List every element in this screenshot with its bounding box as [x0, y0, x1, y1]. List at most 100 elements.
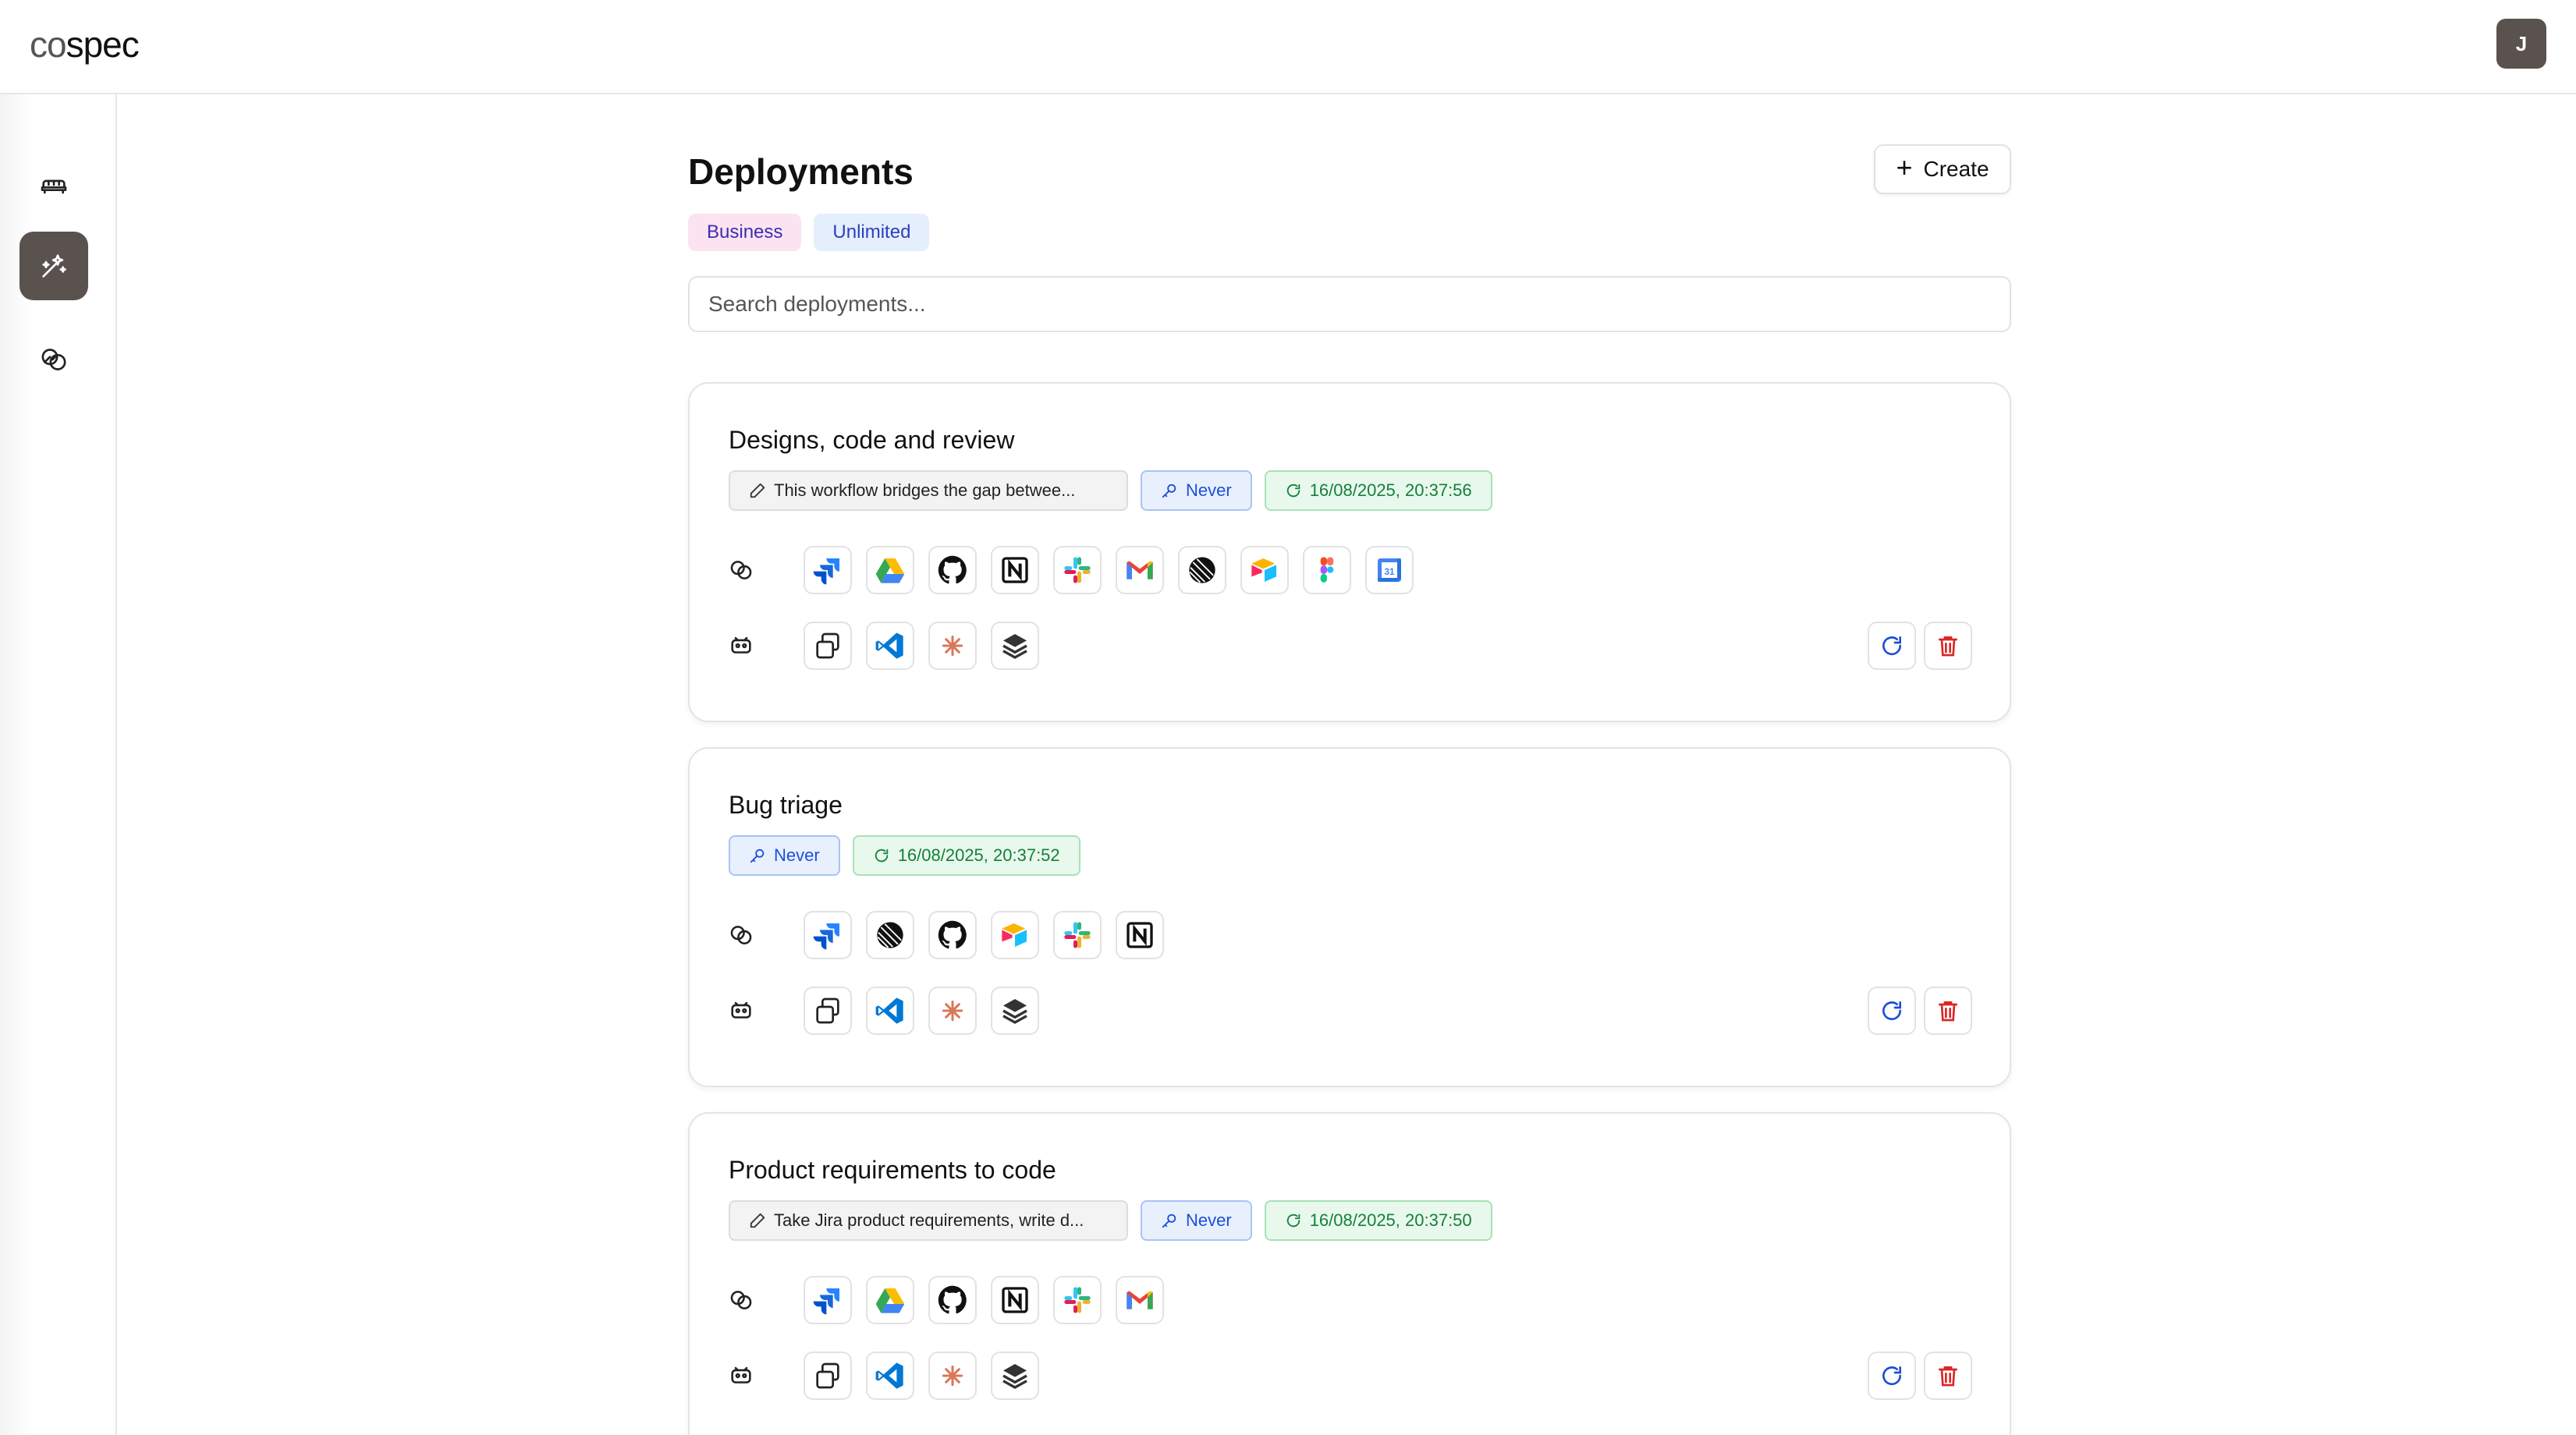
- vscode-agent[interactable]: [866, 1352, 914, 1400]
- copy-agent[interactable]: [804, 1352, 852, 1400]
- user-avatar[interactable]: J: [2496, 19, 2546, 69]
- google-calendar-icon: 31: [1378, 558, 1401, 582]
- slack-app[interactable]: [1053, 546, 1102, 594]
- claude-agent[interactable]: [928, 1352, 977, 1400]
- refresh-icon: [1286, 484, 1300, 498]
- rerun-button[interactable]: [1868, 987, 1916, 1035]
- notion-app[interactable]: [991, 546, 1039, 594]
- key-icon: [1162, 484, 1176, 498]
- schedule-text: Never: [774, 845, 820, 865]
- deployment-card[interactable]: Designs, code and review This workflow b…: [688, 382, 2011, 722]
- card-actions: [1868, 622, 1972, 670]
- refresh-icon: [875, 849, 888, 863]
- claude-agent[interactable]: [928, 622, 977, 670]
- notion-app[interactable]: [1116, 911, 1164, 959]
- integrations-row: 31: [727, 546, 1414, 594]
- slack-app[interactable]: [1053, 1276, 1102, 1324]
- schedule-tag[interactable]: Never: [1141, 470, 1252, 511]
- schedule-tag[interactable]: Never: [729, 835, 840, 876]
- description-tag[interactable]: This workflow bridges the gap betwee...: [729, 470, 1128, 511]
- schedule-tag[interactable]: Never: [1141, 1200, 1252, 1241]
- airtable-app[interactable]: [991, 911, 1039, 959]
- layers-agent[interactable]: [991, 622, 1039, 670]
- vscode-icon: [875, 632, 903, 659]
- github-icon: [938, 920, 967, 949]
- deployment-card[interactable]: Bug triage Never 16/08/2025, 20:37:52: [688, 747, 2011, 1087]
- rerun-button[interactable]: [1868, 1352, 1916, 1400]
- last-run-text: 16/08/2025, 20:37:50: [1309, 1210, 1472, 1230]
- gmail-app[interactable]: [1116, 546, 1164, 594]
- sidebar-item-deployments[interactable]: [20, 232, 88, 300]
- deployment-tags: Never 16/08/2025, 20:37:52: [729, 835, 1080, 876]
- claude-agent[interactable]: [928, 987, 977, 1035]
- jira-app[interactable]: [804, 1276, 852, 1324]
- pencil-icon: [750, 483, 765, 498]
- copy-agent[interactable]: [804, 622, 852, 670]
- create-button-label: Create: [1923, 157, 1989, 181]
- agent-sofa-icon: [731, 636, 751, 654]
- github-icon: [938, 555, 967, 584]
- gmail-app[interactable]: [1116, 1276, 1164, 1324]
- integrations-link-icon: [730, 926, 752, 944]
- google-drive-app[interactable]: [866, 546, 914, 594]
- layers-icon: [1002, 634, 1027, 659]
- agents-row: [727, 987, 1039, 1035]
- google-drive-app[interactable]: [866, 1276, 914, 1324]
- app-logo[interactable]: cospec: [30, 23, 140, 66]
- github-app[interactable]: [928, 911, 977, 959]
- github-app[interactable]: [928, 546, 977, 594]
- linear-app[interactable]: [866, 911, 914, 959]
- claude-spark-icon: [942, 635, 963, 657]
- notion-app[interactable]: [991, 1276, 1039, 1324]
- linear-app[interactable]: [1178, 546, 1226, 594]
- figma-app[interactable]: [1303, 546, 1351, 594]
- airtable-app[interactable]: [1240, 546, 1289, 594]
- slack-app[interactable]: [1053, 911, 1102, 959]
- create-button[interactable]: + Create: [1874, 144, 2011, 194]
- search-input[interactable]: [688, 276, 2011, 332]
- delete-button[interactable]: [1924, 1352, 1972, 1400]
- vscode-agent[interactable]: [866, 622, 914, 670]
- jira-app[interactable]: [804, 911, 852, 959]
- last-run-text: 16/08/2025, 20:37:52: [897, 845, 1060, 865]
- refresh-icon: [1882, 1366, 1902, 1386]
- github-app[interactable]: [928, 1276, 977, 1324]
- sidebar-item-integrations[interactable]: [20, 325, 88, 394]
- claude-spark-icon: [942, 1365, 963, 1387]
- notion-icon: [1002, 1287, 1028, 1313]
- deployment-card[interactable]: Product requirements to code Take Jira p…: [688, 1112, 2011, 1435]
- layers-icon: [1002, 1364, 1027, 1389]
- last-run-text: 16/08/2025, 20:37:56: [1309, 480, 1472, 500]
- integrations-link-icon: [730, 561, 752, 579]
- delete-button[interactable]: [1924, 987, 1972, 1035]
- copy-icon: [816, 997, 839, 1024]
- sidebar-item-agents[interactable]: [20, 151, 88, 219]
- jira-icon: [813, 923, 839, 950]
- jira-icon: [813, 558, 839, 585]
- vscode-icon: [875, 1362, 903, 1389]
- deployment-title: Bug triage: [729, 791, 843, 819]
- rerun-button[interactable]: [1868, 622, 1916, 670]
- last-run-tag[interactable]: 16/08/2025, 20:37:56: [1264, 470, 1492, 511]
- refresh-icon: [1882, 636, 1902, 656]
- google-calendar-app[interactable]: 31: [1365, 546, 1414, 594]
- top-bar: cospec J: [0, 0, 2576, 94]
- jira-app[interactable]: [804, 546, 852, 594]
- slack-icon: [1064, 1287, 1091, 1313]
- delete-button[interactable]: [1924, 622, 1972, 670]
- copy-agent[interactable]: [804, 987, 852, 1035]
- layers-agent[interactable]: [991, 1352, 1039, 1400]
- key-icon: [1162, 1214, 1176, 1228]
- linear-icon: [1189, 557, 1215, 583]
- agents-row: [727, 1352, 1039, 1400]
- vscode-agent[interactable]: [866, 987, 914, 1035]
- deployment-tags: This workflow bridges the gap betwee... …: [729, 470, 1492, 511]
- last-run-tag[interactable]: 16/08/2025, 20:37:52: [852, 835, 1080, 876]
- agent-sofa-icon: [731, 1001, 751, 1019]
- description-tag[interactable]: Take Jira product requirements, write d.…: [729, 1200, 1128, 1241]
- last-run-tag[interactable]: 16/08/2025, 20:37:50: [1264, 1200, 1492, 1241]
- pencil-icon: [750, 1213, 765, 1228]
- description-text: Take Jira product requirements, write d.…: [774, 1210, 1084, 1230]
- layers-agent[interactable]: [991, 987, 1039, 1035]
- gmail-icon: [1127, 561, 1153, 579]
